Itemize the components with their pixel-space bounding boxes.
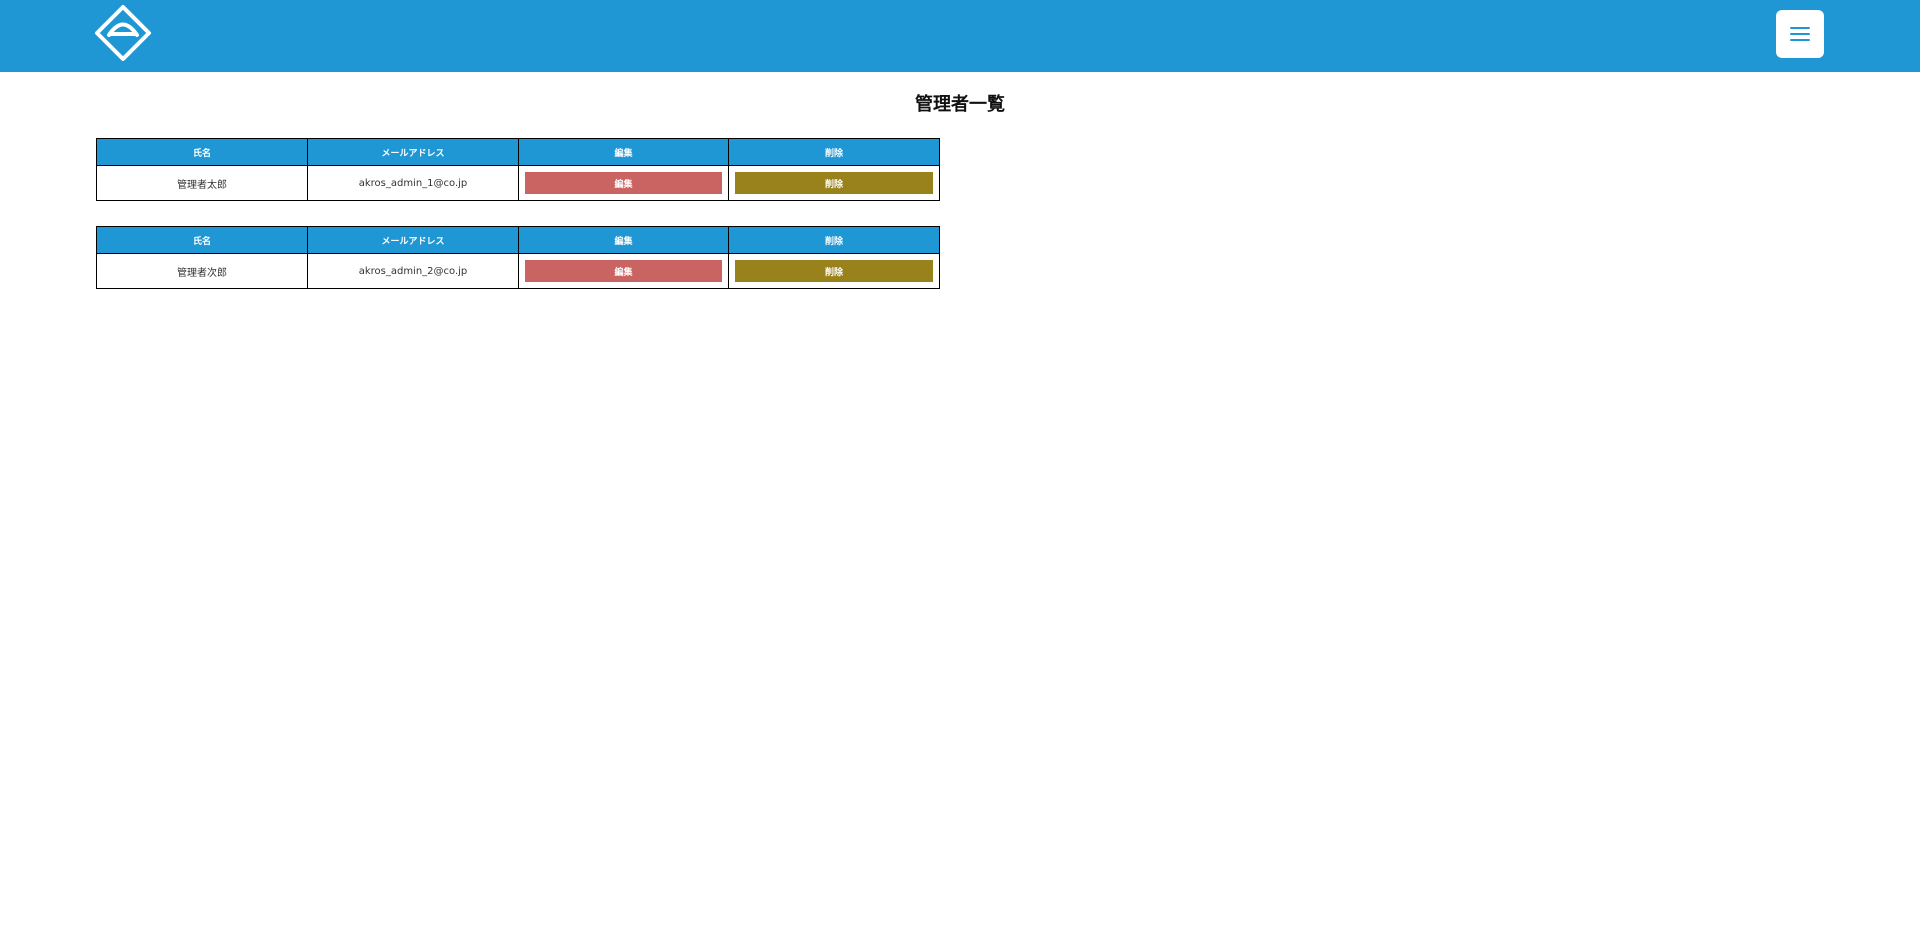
edit-cell: 編集 xyxy=(518,165,729,201)
column-header-delete: 削除 xyxy=(728,138,940,166)
delete-cell: 削除 xyxy=(728,253,940,289)
column-header-email: メールアドレス xyxy=(307,138,519,166)
column-header-name: 氏名 xyxy=(96,226,308,254)
column-header-delete: 削除 xyxy=(728,226,940,254)
column-header-email: メールアドレス xyxy=(307,226,519,254)
table-header-row: 氏名 メールアドレス 編集 削除 xyxy=(96,138,940,166)
column-header-name: 氏名 xyxy=(96,138,308,166)
page-title: 管理者一覧 xyxy=(915,94,1005,115)
column-header-edit: 編集 xyxy=(518,138,729,166)
column-header-edit: 編集 xyxy=(518,226,729,254)
edit-button[interactable]: 編集 xyxy=(525,260,722,282)
delete-button[interactable]: 削除 xyxy=(735,172,933,194)
edit-cell: 編集 xyxy=(518,253,729,289)
hamburger-menu-button[interactable] xyxy=(1776,10,1824,58)
table-row: 管理者太郎 akros_admin_1@co.jp 編集 削除 xyxy=(96,165,940,201)
admin-email-cell: akros_admin_2@co.jp xyxy=(307,253,519,289)
edit-button[interactable]: 編集 xyxy=(525,172,722,194)
admin-table-1: 氏名 メールアドレス 編集 削除 管理者太郎 akros_admin_1@co.… xyxy=(96,138,940,201)
admin-name-cell: 管理者太郎 xyxy=(96,165,308,201)
admin-table-2: 氏名 メールアドレス 編集 削除 管理者次郎 akros_admin_2@co.… xyxy=(96,226,940,289)
table-row: 管理者次郎 akros_admin_2@co.jp 編集 削除 xyxy=(96,253,940,289)
diamond-logo-icon[interactable] xyxy=(94,4,152,62)
table-header-row: 氏名 メールアドレス 編集 削除 xyxy=(96,226,940,254)
admin-name-cell: 管理者次郎 xyxy=(96,253,308,289)
delete-cell: 削除 xyxy=(728,165,940,201)
delete-button[interactable]: 削除 xyxy=(735,260,933,282)
site-header xyxy=(0,0,1920,72)
admin-email-cell: akros_admin_1@co.jp xyxy=(307,165,519,201)
